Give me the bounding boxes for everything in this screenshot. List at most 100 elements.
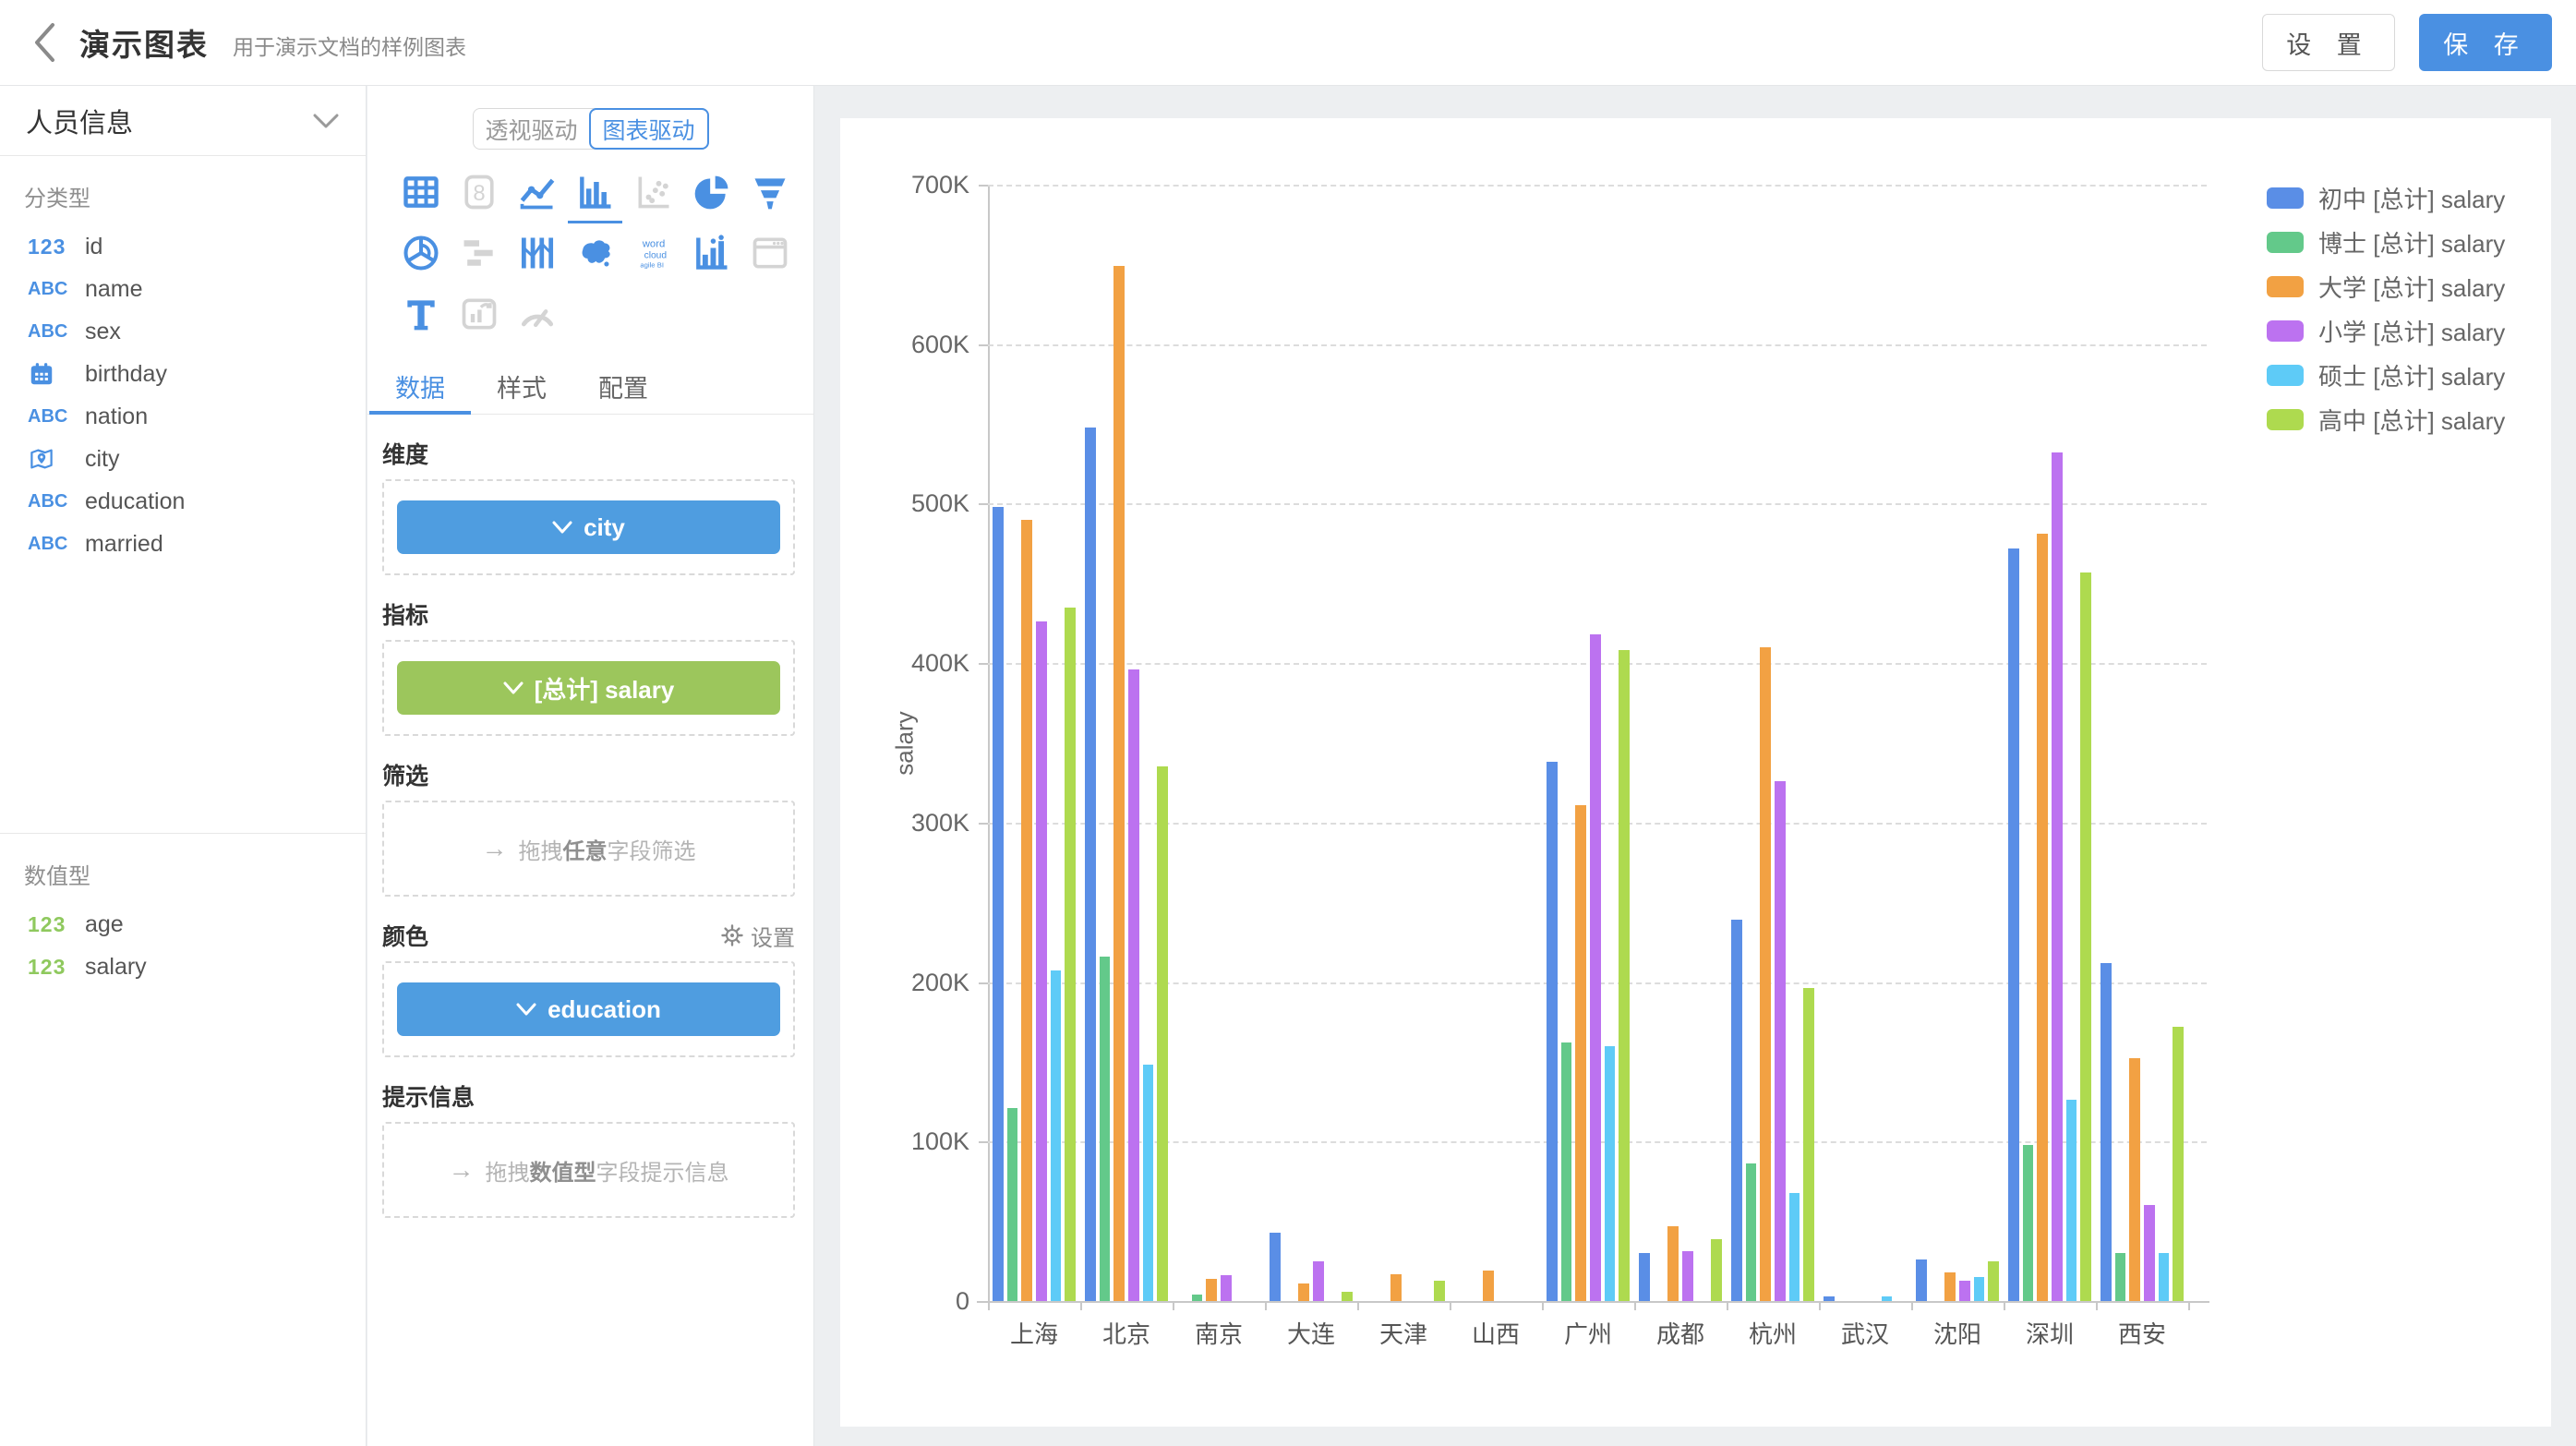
bar-成都-高中[interactable] [1711,1239,1722,1301]
bar-北京-大学[interactable] [1113,266,1125,1301]
dimension-dropzone[interactable]: city [382,479,795,575]
bar-深圳-小学[interactable] [2052,452,2063,1301]
bar-上海-硕士[interactable] [1051,970,1062,1301]
bar-南京-大学[interactable] [1206,1279,1217,1301]
bar-北京-硕士[interactable] [1143,1065,1154,1301]
bar-上海-高中[interactable] [1065,608,1076,1301]
bar-西安-大学[interactable] [2129,1058,2140,1301]
tab-data[interactable]: 数据 [369,358,471,414]
bar-大连-小学[interactable] [1313,1261,1324,1301]
chart-type-radar-icon[interactable] [391,223,450,283]
bar-成都-初中[interactable] [1639,1253,1650,1301]
bar-山西-大学[interactable] [1483,1271,1494,1301]
field-item-sex[interactable]: ABCsex [0,310,366,353]
bar-杭州-小学[interactable] [1775,781,1786,1301]
save-button[interactable]: 保 存 [2419,14,2552,71]
legend-item-小学[interactable]: 小学 [总计] salary [2267,308,2505,353]
bar-杭州-初中[interactable] [1731,920,1742,1301]
chart-type-embed-window-icon[interactable] [740,223,799,283]
bar-广州-小学[interactable] [1590,634,1601,1301]
bar-广州-大学[interactable] [1575,805,1586,1301]
field-item-salary[interactable]: 123salary [0,946,366,988]
bar-天津-高中[interactable] [1434,1281,1445,1301]
chart-type-gauge-icon[interactable] [508,284,566,343]
chart-type-funnel-icon[interactable] [740,163,799,222]
bar-杭州-硕士[interactable] [1789,1193,1800,1301]
bar-天津-大学[interactable] [1390,1274,1402,1301]
bar-深圳-硕士[interactable] [2066,1100,2077,1301]
mode-tab-chart[interactable]: 图表驱动 [589,108,709,150]
bar-西安-高中[interactable] [2173,1027,2184,1301]
chart-type-word-cloud-icon[interactable]: wordcloudagile BI [624,223,682,283]
field-item-id[interactable]: 123id [0,225,366,268]
bar-广州-高中[interactable] [1619,650,1630,1301]
bar-成都-大学[interactable] [1667,1226,1679,1301]
chart-type-parallel-icon[interactable] [508,223,566,283]
bar-沈阳-小学[interactable] [1959,1281,1970,1301]
dataset-selector[interactable]: 人员信息 [0,86,366,156]
bar-西安-硕士[interactable] [2159,1253,2170,1301]
metric-dropzone[interactable]: [总计] salary [382,640,795,736]
bar-武汉-初中[interactable] [1824,1296,1835,1301]
chart-type-media-chart-icon[interactable] [450,284,508,343]
bar-深圳-博士[interactable] [2023,1145,2034,1301]
bar-深圳-大学[interactable] [2037,534,2048,1301]
legend-item-大学[interactable]: 大学 [总计] salary [2267,264,2505,308]
chart-type-gantt-icon[interactable] [450,223,508,283]
bar-上海-小学[interactable] [1036,621,1047,1301]
bar-广州-硕士[interactable] [1605,1046,1616,1301]
color-dropzone[interactable]: education [382,961,795,1057]
mode-tab-pivot[interactable]: 透视驱动 [474,109,590,149]
bar-武汉-硕士[interactable] [1882,1296,1893,1301]
bar-沈阳-硕士[interactable] [1974,1277,1985,1301]
bar-杭州-高中[interactable] [1803,988,1814,1301]
bar-西安-小学[interactable] [2144,1205,2155,1301]
bar-杭州-博士[interactable] [1746,1163,1757,1301]
bar-大连-高中[interactable] [1342,1292,1353,1301]
bar-北京-高中[interactable] [1157,766,1168,1301]
legend-item-初中[interactable]: 初中 [总计] salary [2267,175,2505,220]
filter-dropzone[interactable]: → 拖拽任意字段筛选 [382,801,795,897]
tab-style[interactable]: 样式 [471,358,572,414]
bar-上海-大学[interactable] [1021,520,1032,1301]
settings-button[interactable]: 设 置 [2262,14,2395,71]
bar-成都-小学[interactable] [1682,1251,1693,1301]
bar-西安-初中[interactable] [2101,963,2112,1301]
field-item-age[interactable]: 123age [0,903,366,946]
legend-item-博士[interactable]: 博士 [总计] salary [2267,220,2505,264]
field-item-birthday[interactable]: birthday [0,353,366,395]
chart-type-combo-bar-icon[interactable] [682,223,740,283]
bar-广州-博士[interactable] [1561,1042,1572,1301]
chart-type-text-icon[interactable] [391,284,450,343]
bar-上海-博士[interactable] [1007,1108,1018,1301]
field-item-city[interactable]: city [0,438,366,480]
color-settings-link[interactable]: 设置 [721,920,795,952]
bar-广州-初中[interactable] [1547,762,1558,1301]
bar-大连-初中[interactable] [1270,1233,1281,1301]
legend-item-高中[interactable]: 高中 [总计] salary [2267,397,2505,441]
field-item-married[interactable]: ABCmarried [0,523,366,565]
chart-type-line-chart-icon[interactable] [508,163,566,222]
bar-深圳-初中[interactable] [2008,548,2019,1301]
bar-沈阳-初中[interactable] [1916,1259,1927,1301]
bar-大连-大学[interactable] [1298,1283,1309,1301]
chart-type-scatter-plot-icon[interactable] [624,163,682,222]
tooltip-dropzone[interactable]: → 拖拽数值型字段提示信息 [382,1122,795,1218]
bar-北京-小学[interactable] [1128,669,1139,1301]
bar-南京-小学[interactable] [1221,1275,1232,1301]
chart-type-china-map-icon[interactable] [566,223,624,283]
chart-type-table-icon[interactable] [391,163,450,222]
chart-type-pie-chart-icon[interactable] [682,163,740,222]
color-pill-education[interactable]: education [397,982,780,1036]
chart-type-bar-chart-icon[interactable] [566,163,624,222]
dimension-pill-city[interactable]: city [397,500,780,554]
bar-北京-博士[interactable] [1100,957,1111,1301]
bar-北京-初中[interactable] [1085,428,1096,1301]
back-button[interactable] [26,18,63,66]
bar-深圳-高中[interactable] [2080,572,2091,1301]
bar-上海-初中[interactable] [993,507,1004,1301]
field-item-education[interactable]: ABCeducation [0,480,366,523]
metric-pill-salary[interactable]: [总计] salary [397,661,780,715]
tab-config[interactable]: 配置 [572,358,674,414]
bar-沈阳-大学[interactable] [1944,1272,1956,1301]
